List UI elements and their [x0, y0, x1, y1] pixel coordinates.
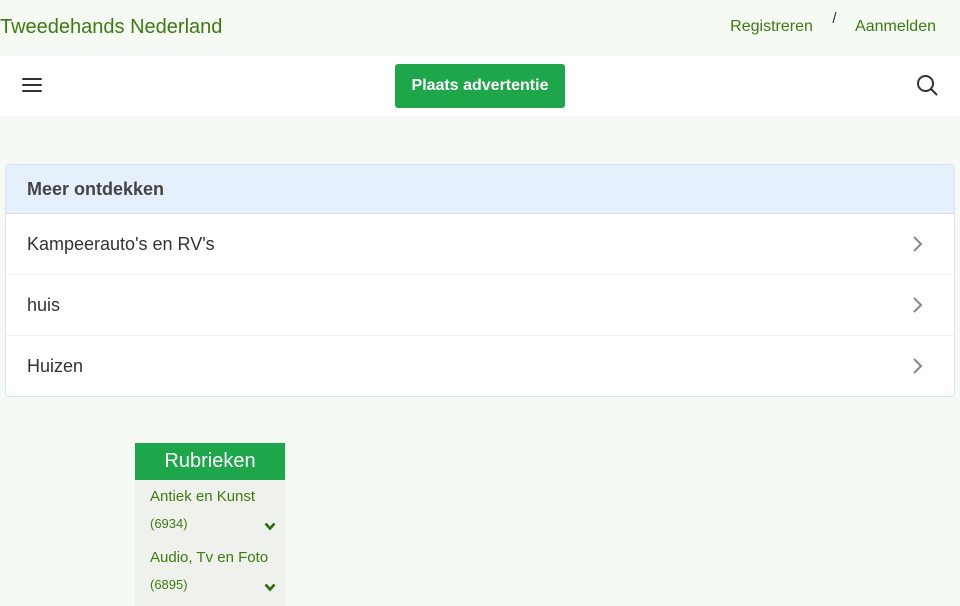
post-ad-button[interactable]: Plaats advertentie	[395, 64, 565, 108]
categories-list: Antiek en Kunst (6934) Audio, Tv en Foto…	[135, 480, 285, 606]
chevron-down-icon[interactable]	[264, 583, 276, 592]
discover-item-label: Huizen	[27, 356, 84, 376]
category-count: (6934)	[150, 516, 188, 531]
category-count: (6895)	[150, 577, 188, 592]
chevron-right-icon	[913, 358, 923, 374]
search-icon[interactable]	[916, 74, 938, 96]
discover-more-panel: Meer ontdekken Kampeerauto's en RV's hui…	[5, 164, 955, 397]
category-link[interactable]: Audio, Tv en Foto	[150, 545, 277, 566]
categories-title: Rubrieken	[135, 443, 285, 480]
discover-item[interactable]: huis	[6, 275, 954, 336]
chevron-right-icon	[913, 236, 923, 252]
category-item: Antiek en Kunst (6934)	[135, 484, 285, 545]
site-title-link[interactable]: Tweedehands Nederland	[0, 16, 222, 39]
discover-more-title: Meer ontdekken	[6, 165, 954, 214]
login-link[interactable]: Aanmelden	[855, 18, 936, 35]
hamburger-menu-icon[interactable]	[22, 74, 44, 96]
auth-links: Registreren / Aanmelden	[730, 10, 936, 36]
chevron-down-icon[interactable]	[264, 522, 276, 531]
top-bar: Tweedehands Nederland Registreren / Aanm…	[0, 0, 960, 56]
categories-panel: Rubrieken Antiek en Kunst (6934) Audio, …	[135, 443, 285, 606]
discover-item-label: huis	[27, 295, 61, 315]
discover-item[interactable]: Kampeerauto's en RV's	[6, 214, 954, 275]
auth-separator: /	[832, 10, 837, 27]
category-link[interactable]: Antiek en Kunst	[150, 484, 277, 505]
discover-item[interactable]: Huizen	[6, 336, 954, 396]
category-item: Audio, Tv en Foto (6895)	[135, 545, 285, 606]
register-link[interactable]: Registreren	[730, 18, 813, 35]
navigation-bar: Plaats advertentie	[0, 56, 960, 116]
discover-item-label: Kampeerauto's en RV's	[27, 234, 215, 254]
chevron-right-icon	[913, 297, 923, 313]
